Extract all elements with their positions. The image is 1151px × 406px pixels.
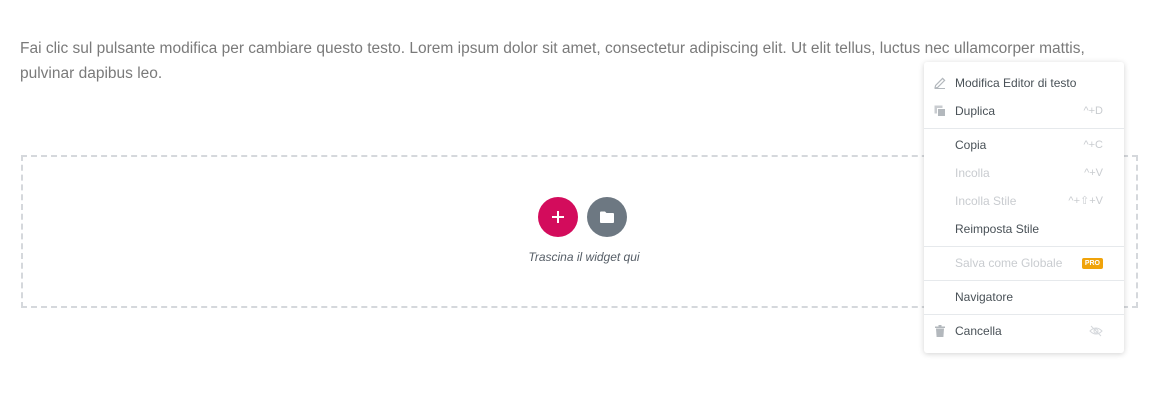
menu-group-navigator: Navigatore bbox=[924, 281, 1124, 315]
context-menu: Modifica Editor di testo Duplica ^+D Cop… bbox=[924, 62, 1124, 353]
add-template-button[interactable] bbox=[587, 197, 627, 237]
menu-item-label: Navigatore bbox=[955, 290, 1014, 304]
menu-group-global: Salva come Globale PRO bbox=[924, 247, 1124, 281]
copy-icon bbox=[934, 105, 946, 117]
menu-item-label: Salva come Globale bbox=[955, 256, 1063, 270]
menu-item-reset-style[interactable]: Reimposta Stile bbox=[924, 215, 1124, 243]
menu-item-duplicate[interactable]: Duplica ^+D bbox=[924, 97, 1124, 125]
editor-canvas: Fai clic sul pulsante modifica per cambi… bbox=[0, 0, 1151, 406]
menu-item-copy[interactable]: Copia ^+C bbox=[924, 131, 1124, 159]
menu-item-navigator[interactable]: Navigatore bbox=[924, 283, 1124, 311]
shortcut-label: ^+C bbox=[1083, 139, 1103, 151]
menu-group-edit: Modifica Editor di testo Duplica ^+D bbox=[924, 67, 1124, 129]
menu-item-save-as-global[interactable]: Salva come Globale PRO bbox=[924, 249, 1124, 277]
shortcut-label: ^+⇧+V bbox=[1068, 195, 1103, 207]
drop-zone-buttons bbox=[538, 197, 627, 237]
menu-item-label: Duplica bbox=[955, 104, 996, 118]
eye-slash-icon bbox=[1089, 325, 1103, 337]
trash-icon bbox=[935, 325, 945, 337]
menu-item-label: Incolla bbox=[955, 166, 990, 180]
menu-item-label: Incolla Stile bbox=[955, 194, 1017, 208]
pro-badge: PRO bbox=[1081, 258, 1103, 269]
menu-item-label: Modifica Editor di testo bbox=[955, 76, 1077, 90]
menu-group-delete: Cancella bbox=[924, 315, 1124, 348]
shortcut-label: ^+D bbox=[1083, 105, 1103, 117]
menu-item-delete[interactable]: Cancella bbox=[924, 317, 1124, 345]
shortcut-label: ^+V bbox=[1084, 167, 1103, 179]
plus-icon bbox=[552, 211, 564, 223]
menu-item-label: Copia bbox=[955, 138, 987, 152]
menu-item-paste-style[interactable]: Incolla Stile ^+⇧+V bbox=[924, 187, 1124, 215]
menu-group-clipboard: Copia ^+C Incolla ^+V Incolla Stile ^+⇧+… bbox=[924, 129, 1124, 247]
pencil-icon bbox=[934, 77, 946, 89]
menu-item-edit-text-editor[interactable]: Modifica Editor di testo bbox=[924, 69, 1124, 97]
menu-item-label: Reimposta Stile bbox=[955, 222, 1040, 236]
menu-item-paste[interactable]: Incolla ^+V bbox=[924, 159, 1124, 187]
menu-item-label: Cancella bbox=[955, 324, 1002, 338]
folder-icon bbox=[600, 211, 614, 223]
drop-zone-label: Trascina il widget qui bbox=[528, 250, 640, 264]
add-section-button[interactable] bbox=[538, 197, 578, 237]
